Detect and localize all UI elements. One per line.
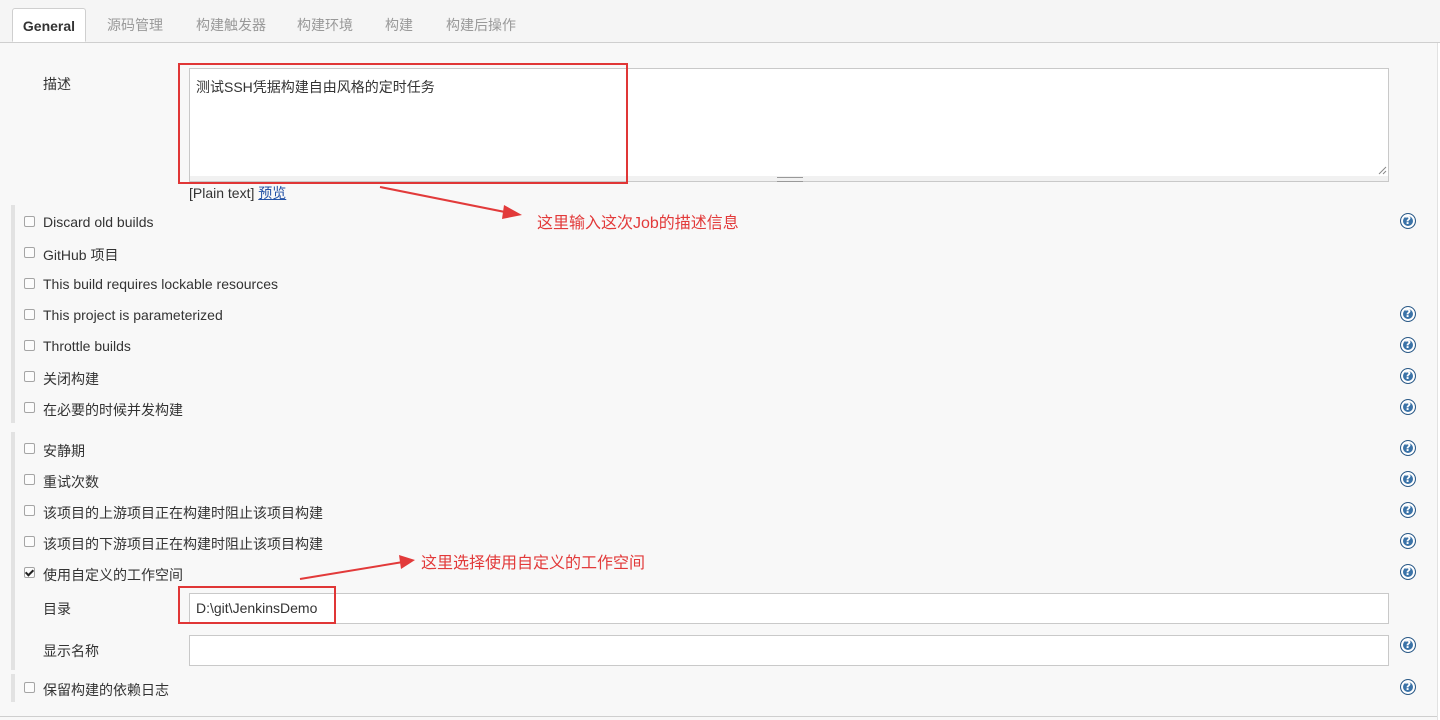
help-icon[interactable]: ? bbox=[1400, 337, 1416, 353]
github-project-checkbox[interactable] bbox=[24, 247, 35, 258]
help-icon[interactable]: ? bbox=[1400, 440, 1416, 456]
option-label: 在必要的时候并发构建 bbox=[43, 402, 183, 418]
throttle-builds-checkbox[interactable] bbox=[24, 340, 35, 351]
help-icon[interactable]: ? bbox=[1400, 368, 1416, 384]
tab-post-build-actions[interactable]: 构建后操作 bbox=[438, 8, 524, 42]
help-icon[interactable]: ? bbox=[1400, 679, 1416, 695]
resize-corner-icon[interactable] bbox=[1378, 166, 1387, 175]
quiet-period-checkbox[interactable] bbox=[24, 443, 35, 454]
annotation-box-description bbox=[178, 63, 628, 184]
block-downstream-checkbox[interactable] bbox=[24, 536, 35, 547]
option-label: GitHub 项目 bbox=[43, 247, 119, 263]
annotation-arrow-icon bbox=[299, 555, 415, 580]
help-icon[interactable]: ? bbox=[1400, 306, 1416, 322]
annotation-text-workspace: 这里选择使用自定义的工作空间 bbox=[421, 555, 646, 572]
tab-source-code-management[interactable]: 源码管理 bbox=[100, 8, 170, 42]
option-label: 该项目的上游项目正在构建时阻止该项目构建 bbox=[43, 505, 323, 521]
description-format-line: [Plain text] 预览 bbox=[189, 183, 286, 203]
annotation-arrow-icon bbox=[379, 186, 522, 219]
bottom-divider bbox=[0, 716, 1437, 717]
section-bar-1 bbox=[11, 205, 15, 423]
option-label: This project is parameterized bbox=[43, 307, 223, 323]
option-label: 重试次数 bbox=[43, 474, 99, 490]
option-label: 关闭构建 bbox=[43, 371, 99, 387]
help-icon[interactable]: ? bbox=[1400, 564, 1416, 580]
lockable-resources-checkbox[interactable] bbox=[24, 278, 35, 289]
tab-general[interactable]: General bbox=[12, 8, 86, 42]
discard-old-builds-checkbox[interactable] bbox=[24, 216, 35, 227]
section-bar-2 bbox=[11, 432, 15, 670]
display-name-input[interactable] bbox=[189, 635, 1389, 666]
preview-link[interactable]: 预览 bbox=[258, 185, 286, 201]
annotation-text-description: 这里输入这次Job的描述信息 bbox=[537, 215, 739, 232]
tab-build-triggers[interactable]: 构建触发器 bbox=[188, 8, 274, 42]
tab-bar: General 源码管理 构建触发器 构建环境 构建 构建后操作 bbox=[0, 0, 1440, 43]
tab-build[interactable]: 构建 bbox=[378, 8, 420, 42]
parameterized-checkbox[interactable] bbox=[24, 309, 35, 320]
option-label: 保留构建的依赖日志 bbox=[43, 682, 169, 698]
option-label: This build requires lockable resources bbox=[43, 276, 278, 292]
custom-workspace-checkbox[interactable] bbox=[24, 567, 35, 578]
concurrent-builds-checkbox[interactable] bbox=[24, 402, 35, 413]
help-icon[interactable]: ? bbox=[1400, 471, 1416, 487]
plain-text-label: [Plain text] bbox=[189, 185, 255, 201]
tab-build-environment[interactable]: 构建环境 bbox=[290, 8, 360, 42]
section-bar-3 bbox=[11, 674, 15, 702]
help-icon[interactable]: ? bbox=[1400, 213, 1416, 229]
retry-count-checkbox[interactable] bbox=[24, 474, 35, 485]
help-icon[interactable]: ? bbox=[1400, 399, 1416, 415]
directory-label: 目录 bbox=[43, 601, 71, 617]
block-upstream-checkbox[interactable] bbox=[24, 505, 35, 516]
disable-build-checkbox[interactable] bbox=[24, 371, 35, 382]
option-label: 安静期 bbox=[43, 443, 85, 459]
directory-input[interactable]: D:\git\JenkinsDemo bbox=[189, 593, 1389, 624]
description-label: 描述 bbox=[43, 76, 71, 92]
help-icon[interactable]: ? bbox=[1400, 533, 1416, 549]
option-label: 该项目的下游项目正在构建时阻止该项目构建 bbox=[43, 536, 323, 552]
display-name-label: 显示名称 bbox=[43, 643, 99, 659]
option-label: Discard old builds bbox=[43, 214, 154, 230]
option-label: Throttle builds bbox=[43, 338, 131, 354]
annotation-box-directory bbox=[178, 586, 336, 624]
keep-log-checkbox[interactable] bbox=[24, 682, 35, 693]
help-icon[interactable]: ? bbox=[1400, 502, 1416, 518]
option-label: 使用自定义的工作空间 bbox=[43, 567, 183, 583]
help-icon[interactable]: ? bbox=[1400, 637, 1416, 653]
